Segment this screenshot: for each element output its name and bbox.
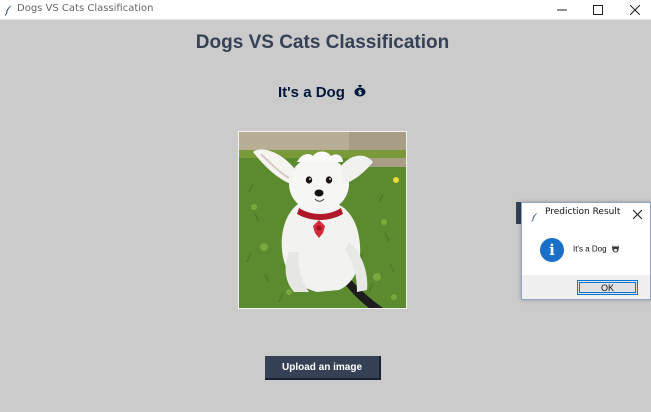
money-bag-icon: $ (353, 83, 367, 101)
dog-photo (239, 132, 406, 308)
feather-icon (530, 209, 540, 227)
dialog-message: It's a Dog (573, 244, 620, 255)
close-icon (630, 4, 640, 15)
feather-icon (3, 3, 15, 16)
result-text: It's a Dog (277, 84, 345, 101)
dialog-footer: OK (522, 275, 650, 299)
minimize-button[interactable] (544, 0, 580, 19)
upload-image-button[interactable]: Upload an image (265, 356, 381, 380)
minimize-icon (557, 9, 567, 10)
page-title: Dogs VS Cats Classification (195, 32, 450, 53)
uploaded-image (238, 131, 407, 309)
close-button[interactable] (617, 0, 651, 19)
maximize-icon (593, 4, 603, 15)
prediction-result-dialog: Prediction Result i It's a Dog OK (521, 202, 651, 300)
info-icon: i (540, 238, 564, 262)
close-icon (632, 209, 643, 220)
maximize-button[interactable] (580, 0, 616, 19)
result-label: It's a Dog $ (0, 84, 645, 102)
dialog-title: Prediction Result (545, 207, 621, 217)
dialog-close-button[interactable] (632, 207, 644, 220)
dog-icon (611, 244, 620, 255)
window-titlebar: Dogs VS Cats Classification (0, 0, 651, 20)
dialog-message-text: It's a Dog (573, 244, 607, 254)
ok-button[interactable]: OK (577, 280, 638, 295)
window-title: Dogs VS Cats Classification (17, 3, 154, 14)
svg-text:$: $ (358, 90, 362, 97)
